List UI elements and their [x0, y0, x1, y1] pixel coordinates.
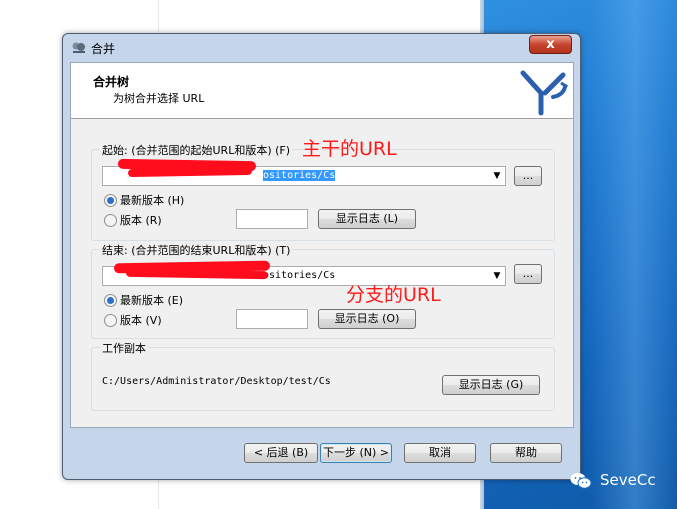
start-revision-label: 版本 (R) — [120, 214, 162, 227]
start-latest-radio[interactable] — [104, 194, 117, 207]
end-latest-radio[interactable] — [104, 294, 117, 307]
end-revision-radio[interactable] — [104, 314, 117, 327]
wizard-header: 合并树 为树合并选择 URL — [71, 63, 573, 119]
desktop-glow — [590, 0, 677, 509]
start-group-label: 起始: (合并范围的起始URL和版本) (F) — [100, 142, 293, 158]
watermark-text: SeveCc — [600, 471, 656, 489]
end-revision-input[interactable] — [236, 309, 308, 329]
working-copy-label: 工作副本 — [100, 340, 148, 356]
end-browse-button[interactable]: ... — [514, 264, 542, 284]
tortoise-merge-logo-icon — [520, 70, 569, 116]
end-url-value: ositories/Cs — [263, 270, 336, 281]
back-button[interactable]: < 后退 (B) — [244, 443, 318, 463]
start-revision-input[interactable] — [236, 209, 308, 229]
header-subtitle: 为树合并选择 URL — [113, 92, 205, 105]
working-copy-group: 工作副本 C:/Users/Administrator/Desktop/test… — [91, 340, 555, 411]
end-revision-label: 版本 (V) — [120, 314, 162, 327]
start-show-log-button[interactable]: 显示日志 (L) — [318, 209, 416, 229]
next-button[interactable]: 下一步 (N) > — [320, 443, 392, 463]
close-button[interactable]: x — [529, 35, 572, 54]
merge-icon — [71, 40, 87, 54]
end-show-log-button[interactable]: 显示日志 (O) — [318, 309, 416, 329]
chevron-down-icon[interactable]: ▼ — [491, 269, 503, 283]
title-bar[interactable]: 合并 x — [63, 34, 580, 62]
start-browse-button[interactable]: ... — [514, 166, 542, 186]
start-latest-label: 最新版本 (H) — [120, 194, 185, 207]
start-revision-radio[interactable] — [104, 214, 117, 227]
header-title: 合并树 — [93, 75, 130, 89]
branch-url-annotation: 分支的URL — [346, 284, 441, 306]
cancel-button[interactable]: 取消 — [404, 443, 476, 463]
chevron-down-icon[interactable]: ▼ — [491, 169, 503, 183]
working-copy-path: C:/Users/Administrator/Desktop/test/Cs — [102, 376, 331, 387]
dialog-client: 合并树 为树合并选择 URL 起始: (合并范围的起始URL和版本) (F) o… — [70, 62, 574, 428]
help-button[interactable]: 帮助 — [490, 443, 562, 463]
wechat-icon — [570, 473, 592, 489]
start-url-value: ositories/Cs — [263, 170, 336, 181]
working-copy-show-log-button[interactable]: 显示日志 (G) — [442, 375, 540, 395]
trunk-url-annotation: 主干的URL — [302, 138, 397, 160]
end-latest-label: 最新版本 (E) — [120, 294, 184, 307]
window-title: 合并 — [91, 42, 116, 56]
end-group-label: 结束: (合并范围的结束URL和版本) (T) — [100, 242, 293, 258]
merge-dialog: 合并 x 合并树 为树合并选择 URL 起始: (合并范围的起始URL和版本) … — [62, 33, 581, 480]
